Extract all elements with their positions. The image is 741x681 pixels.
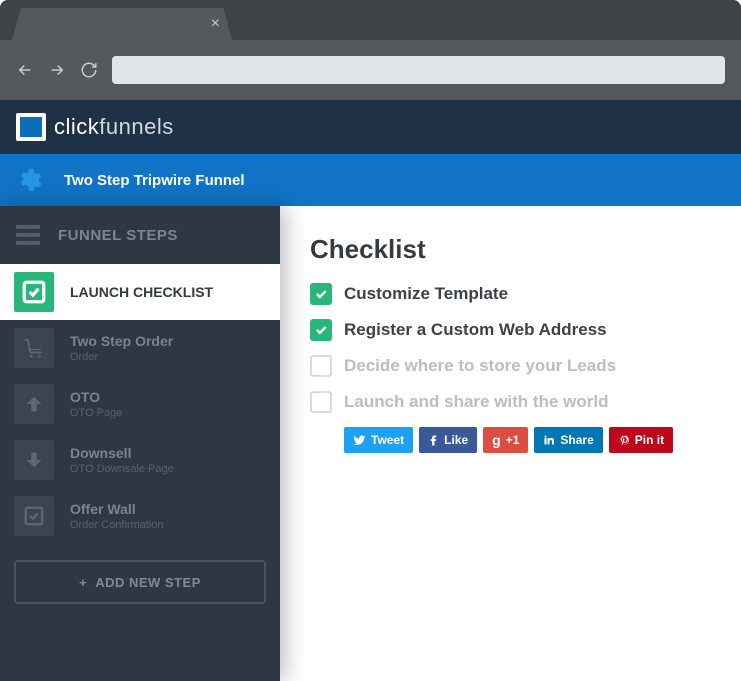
arrow-up-icon — [14, 384, 54, 424]
back-icon[interactable] — [16, 61, 34, 79]
funnel-title: Two Step Tripwire Funnel — [64, 172, 245, 189]
sidebar: FUNNEL STEPS LAUNCH CHECKLIST Two Step O… — [0, 206, 280, 681]
sidebar-item-launch-checklist[interactable]: LAUNCH CHECKLIST — [0, 264, 280, 320]
body-row: FUNNEL STEPS LAUNCH CHECKLIST Two Step O… — [0, 206, 741, 681]
arrow-down-icon — [14, 440, 54, 480]
checklist-item[interactable]: Register a Custom Web Address — [310, 319, 711, 341]
gear-icon[interactable] — [16, 167, 42, 193]
pinterest-button[interactable]: Pin it — [609, 427, 673, 453]
checklist-label: Customize Template — [344, 284, 508, 304]
check-icon — [14, 272, 54, 312]
reload-icon[interactable] — [80, 61, 98, 79]
url-input[interactable] — [112, 56, 725, 84]
forward-icon[interactable] — [48, 61, 66, 79]
sidebar-item-label: OTO — [70, 389, 122, 405]
logo-icon — [16, 113, 46, 141]
checklist-item[interactable]: Customize Template — [310, 283, 711, 305]
sidebar-item-offer-wall[interactable]: Offer Wall Order Confirmation — [0, 488, 280, 544]
sidebar-item-label: Offer Wall — [70, 501, 164, 517]
checklist-label: Register a Custom Web Address — [344, 320, 607, 340]
checklist-label: Decide where to store your Leads — [344, 356, 616, 376]
close-icon[interactable]: × — [211, 15, 220, 33]
browser-tab[interactable]: × — [12, 8, 232, 40]
brand-name: clickfunnels — [54, 114, 174, 140]
main-panel: Checklist Customize Template Register a … — [280, 206, 741, 681]
checkbox-unchecked-icon[interactable] — [310, 391, 332, 413]
checklist-item[interactable]: Launch and share with the world — [310, 391, 711, 413]
linkedin-share-button[interactable]: Share — [534, 427, 602, 453]
like-button[interactable]: Like — [419, 427, 477, 453]
checklist-heading: Checklist — [310, 234, 711, 265]
check-icon — [14, 496, 54, 536]
sidebar-item-label: Two Step Order — [70, 333, 173, 349]
plus-icon: + — [79, 575, 87, 590]
tweet-button[interactable]: Tweet — [344, 427, 413, 453]
sidebar-item-sub: Order Confirmation — [70, 519, 164, 531]
checkbox-checked-icon[interactable] — [310, 319, 332, 341]
address-bar — [0, 40, 741, 100]
menu-icon[interactable] — [16, 225, 40, 245]
sidebar-item-label: LAUNCH CHECKLIST — [70, 284, 213, 300]
sidebar-header-label: FUNNEL STEPS — [58, 227, 178, 244]
checklist-label: Launch and share with the world — [344, 392, 608, 412]
share-buttons: Tweet Like g +1 Share — [344, 427, 711, 453]
app-header: clickfunnels — [0, 100, 741, 154]
add-step-label: ADD NEW STEP — [95, 575, 201, 590]
sidebar-item-downsell[interactable]: Downsell OTO Downsale Page — [0, 432, 280, 488]
cart-icon — [14, 328, 54, 368]
sidebar-item-oto[interactable]: OTO OTO Page — [0, 376, 280, 432]
sidebar-item-sub: Order — [70, 351, 173, 363]
checkbox-checked-icon[interactable] — [310, 283, 332, 305]
sidebar-header: FUNNEL STEPS — [0, 206, 280, 264]
sidebar-item-label: Downsell — [70, 445, 174, 461]
add-new-step-button[interactable]: + ADD NEW STEP — [14, 560, 266, 604]
tab-bar: × — [0, 0, 741, 40]
sidebar-item-sub: OTO Downsale Page — [70, 463, 174, 475]
g-icon: g — [492, 432, 501, 448]
checkbox-unchecked-icon[interactable] — [310, 355, 332, 377]
funnel-bar: Two Step Tripwire Funnel — [0, 154, 741, 206]
sidebar-item-two-step-order[interactable]: Two Step Order Order — [0, 320, 280, 376]
app-content: clickfunnels Two Step Tripwire Funnel FU… — [0, 100, 741, 681]
browser-chrome: × — [0, 0, 741, 100]
browser-window: × clickfunnels — [0, 0, 741, 681]
sidebar-item-sub: OTO Page — [70, 407, 122, 419]
google-plus-button[interactable]: g +1 — [483, 427, 528, 453]
checklist-item[interactable]: Decide where to store your Leads — [310, 355, 711, 377]
